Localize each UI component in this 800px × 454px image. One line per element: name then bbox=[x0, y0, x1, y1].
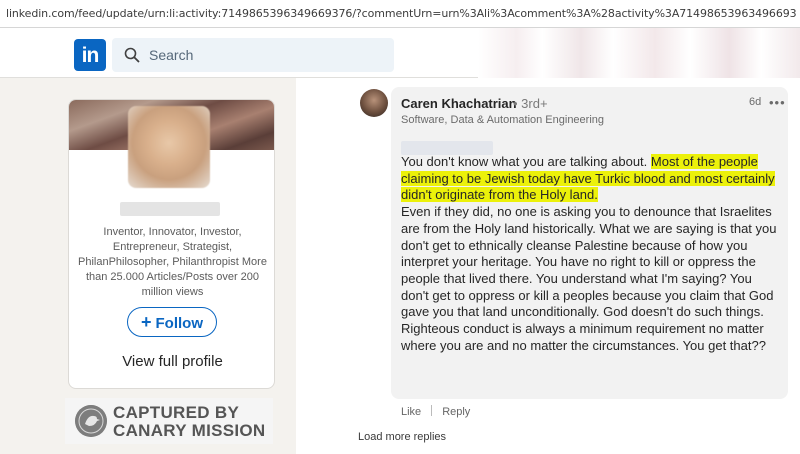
reply-button[interactable]: Reply bbox=[442, 406, 470, 418]
search-input[interactable]: Search bbox=[149, 47, 193, 63]
comment-text: You don't know what you are talking abou… bbox=[401, 154, 783, 354]
plus-icon: + bbox=[140, 312, 152, 332]
follow-label: Follow bbox=[155, 315, 204, 332]
nav-icons-redacted bbox=[478, 28, 800, 78]
comment-timestamp: 6d bbox=[749, 96, 762, 108]
watermark-text: CAPTURED BY CANARY MISSION bbox=[113, 404, 266, 440]
browser-address-bar[interactable]: linkedin.com/feed/update/urn:li:activity… bbox=[0, 0, 800, 28]
load-more-replies-button[interactable]: Load more replies bbox=[358, 431, 446, 443]
connection-degree: • 3rd+ bbox=[513, 96, 548, 111]
comment-actions: Like Reply bbox=[401, 405, 470, 418]
follow-button[interactable]: + Follow bbox=[127, 307, 217, 337]
profile-name-redacted bbox=[120, 202, 220, 216]
comment-bubble: Caren Khachatrian • 3rd+ Software, Data … bbox=[391, 87, 788, 399]
profile-headline: Inventor, Innovator, Investor, Entrepren… bbox=[78, 226, 267, 298]
view-full-profile-link[interactable]: View full profile bbox=[69, 353, 274, 370]
commenter-avatar[interactable] bbox=[360, 89, 388, 117]
search-icon bbox=[124, 47, 140, 63]
like-button[interactable]: Like bbox=[401, 406, 421, 418]
watermark-line-2: CANARY MISSION bbox=[113, 421, 266, 440]
address-url[interactable]: linkedin.com/feed/update/urn:li:activity… bbox=[6, 7, 796, 20]
comment-author[interactable]: Caren Khachatrian bbox=[401, 96, 517, 111]
comment-text-rest: Even if they did, no one is asking you t… bbox=[401, 204, 777, 353]
mention-redacted bbox=[401, 141, 493, 155]
canary-mission-watermark: CAPTURED BY CANARY MISSION bbox=[65, 398, 273, 444]
search-bar[interactable]: Search bbox=[112, 38, 394, 72]
watermark-line-1: CAPTURED BY bbox=[113, 403, 240, 422]
canary-bird-icon bbox=[75, 405, 107, 437]
linkedin-logo-icon[interactable]: in bbox=[74, 39, 106, 71]
comment-text-intro: You don't know what you are talking abou… bbox=[401, 154, 651, 169]
profile-avatar[interactable] bbox=[128, 106, 210, 188]
profile-card: Inventor, Innovator, Investor, Entrepren… bbox=[68, 99, 275, 389]
top-navigation: in Search bbox=[0, 28, 800, 78]
action-divider bbox=[431, 405, 433, 416]
more-options-icon[interactable]: ••• bbox=[769, 95, 786, 110]
author-title: Software, Data & Automation Engineering bbox=[401, 114, 605, 126]
